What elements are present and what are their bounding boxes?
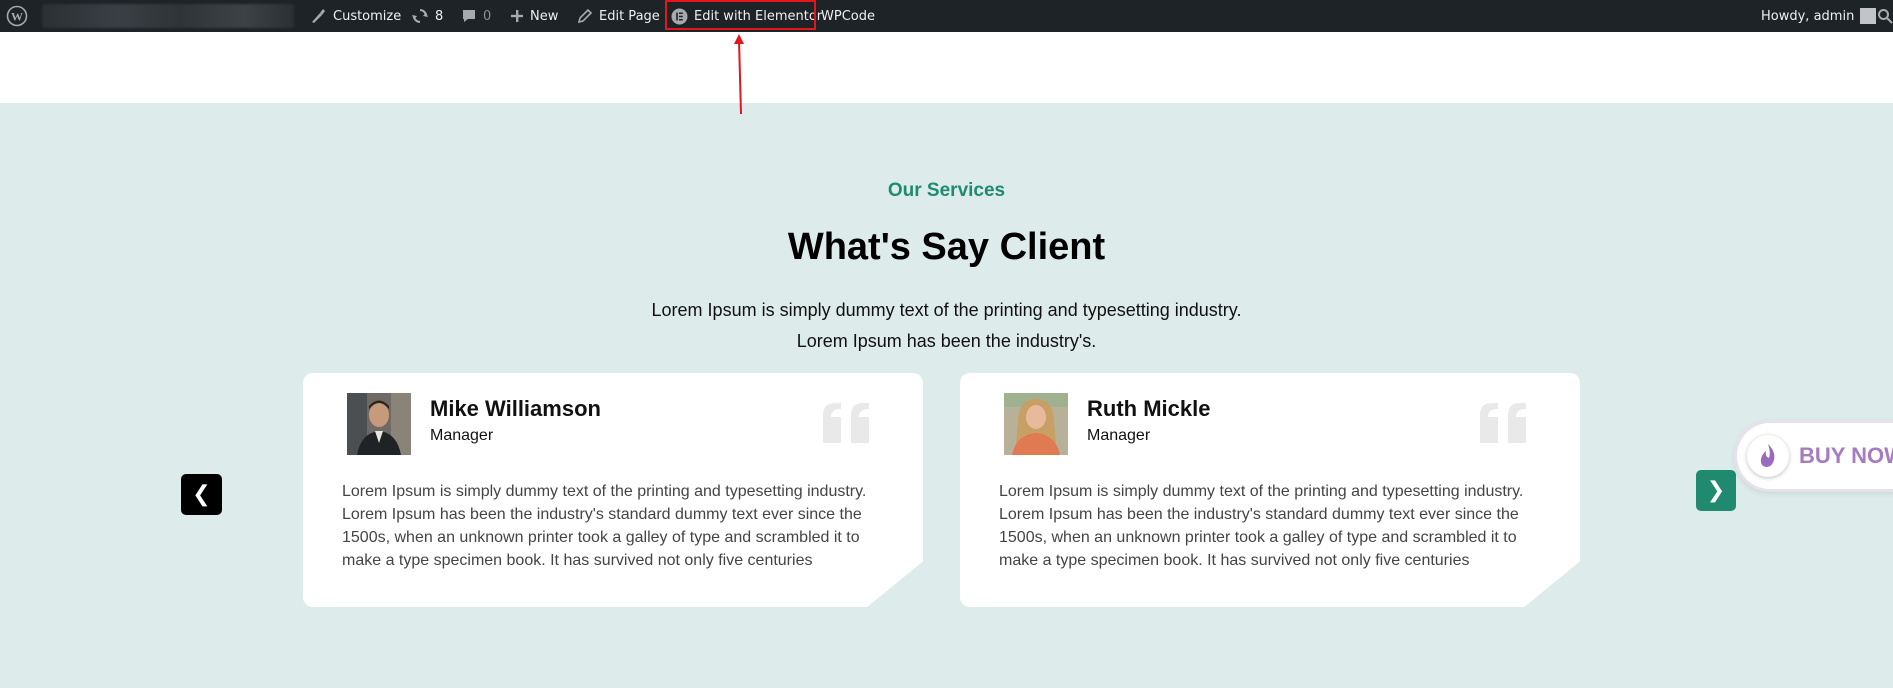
wpcode-label: WPCode xyxy=(821,8,875,24)
refresh-icon xyxy=(412,9,428,23)
wpcode-link[interactable]: WPCode xyxy=(821,0,875,32)
section-heading: What's Say Client xyxy=(787,226,1106,268)
edit-with-elementor-label: Edit with Elementor xyxy=(694,8,823,24)
header-spacer xyxy=(0,32,1893,103)
intro-line-1: Lorem Ipsum is simply dummy text of the … xyxy=(651,300,1242,320)
section-intro: Lorem Ipsum is simply dummy text of the … xyxy=(0,295,1893,357)
buy-now-button[interactable]: BUY NOW xyxy=(1737,423,1893,489)
carousel-prev-button[interactable]: ❮ xyxy=(181,474,222,515)
search-icon[interactable] xyxy=(1877,0,1893,32)
flame-logo-icon xyxy=(1747,435,1789,477)
pencil-icon xyxy=(577,8,593,24)
comments-link[interactable]: 0 xyxy=(461,0,491,32)
paintbrush-icon xyxy=(312,9,325,23)
updates-link[interactable]: 8 xyxy=(411,0,443,32)
edit-page-label: Edit Page xyxy=(599,8,660,24)
client-name: Mike Williamson xyxy=(430,396,601,421)
new-content-link[interactable]: New xyxy=(510,0,558,32)
carousel-next-button[interactable]: ❯ xyxy=(1696,470,1736,511)
client-role: Manager xyxy=(1087,427,1151,444)
quote-icon xyxy=(823,403,869,443)
testimonial-card: Mike Williamson Manager Lorem Ipsum is s… xyxy=(303,373,923,607)
intro-line-2: Lorem Ipsum has been the industry's. xyxy=(796,331,1097,351)
client-photo xyxy=(1004,393,1068,455)
client-photo xyxy=(347,393,411,455)
plus-icon xyxy=(511,10,523,22)
testimonial-card: Ruth Mickle Manager Lorem Ipsum is simpl… xyxy=(960,373,1580,607)
avatar xyxy=(1860,8,1877,24)
updates-count: 8 xyxy=(435,8,444,24)
new-label: New xyxy=(530,8,559,24)
edit-page-link[interactable]: Edit Page xyxy=(577,0,660,32)
customize-link[interactable]: Customize xyxy=(309,0,401,32)
svg-text:W: W xyxy=(11,10,23,24)
buy-now-label: BUY NOW xyxy=(1799,443,1893,468)
annotation-arrow-icon xyxy=(734,34,744,115)
customize-label: Customize xyxy=(333,8,402,24)
client-name: Ruth Mickle xyxy=(1087,396,1211,421)
site-name-blurred[interactable] xyxy=(42,4,294,28)
comment-bubble-icon xyxy=(463,10,475,22)
testimonial-text: Lorem Ipsum is simply dummy text of the … xyxy=(342,483,867,569)
comments-count: 0 xyxy=(483,8,492,24)
quote-icon xyxy=(1480,403,1526,443)
elementor-icon xyxy=(671,8,688,24)
section-subheading: Our Services xyxy=(887,180,1006,201)
my-account-link[interactable]: Howdy, admin xyxy=(1761,0,1877,32)
admin-bar: W Customize 8 0 New Edit Page Edit with … xyxy=(0,0,1893,32)
client-role: Manager xyxy=(430,427,494,444)
howdy-label: Howdy, admin xyxy=(1761,8,1855,24)
testimonial-text: Lorem Ipsum is simply dummy text of the … xyxy=(999,483,1524,569)
edit-with-elementor-link[interactable]: Edit with Elementor xyxy=(671,0,822,32)
chevron-right-icon: ❯ xyxy=(1706,478,1726,503)
chevron-left-icon: ❮ xyxy=(192,482,211,507)
wordpress-logo-icon[interactable]: W xyxy=(6,0,28,32)
